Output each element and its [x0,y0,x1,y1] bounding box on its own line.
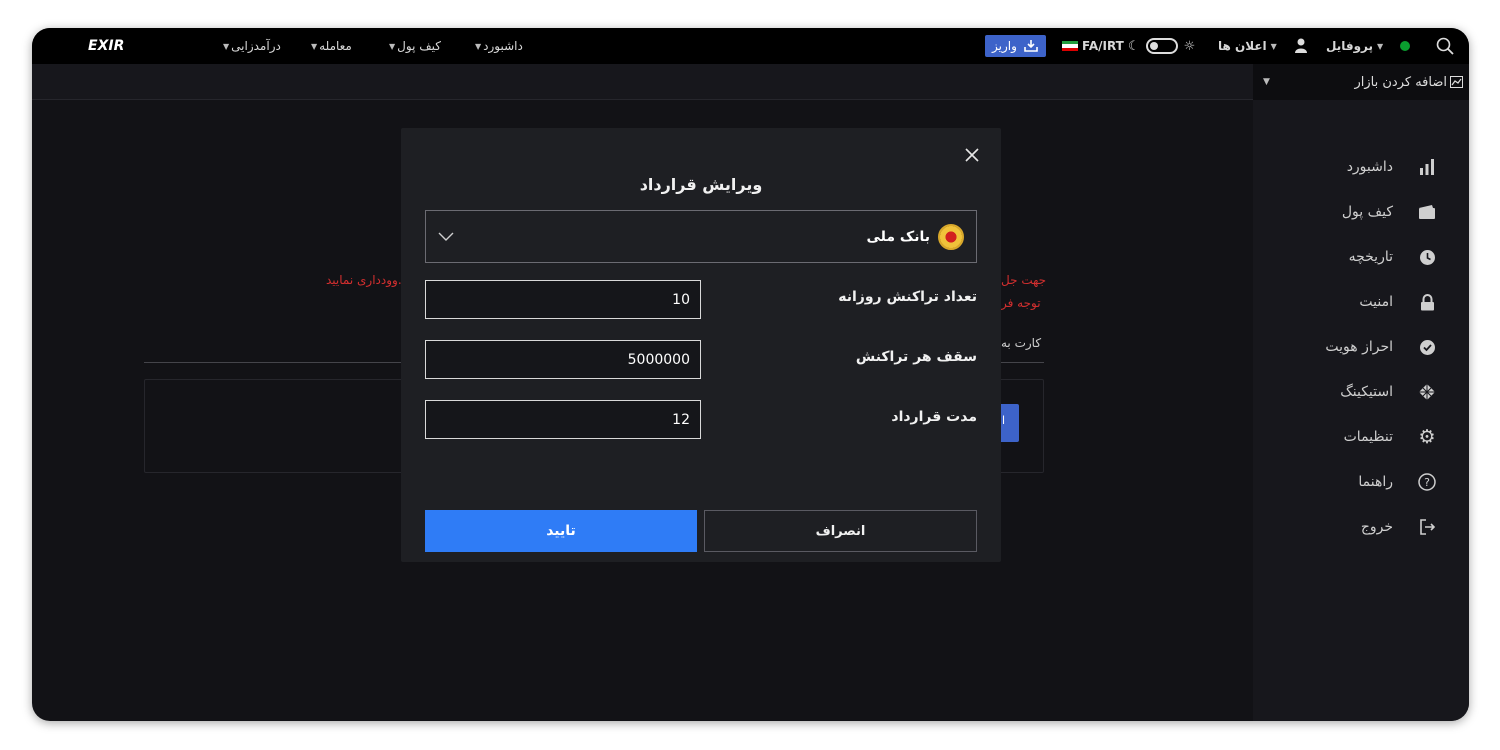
sidebar-item-label: تنظیمات [1343,429,1393,445]
download-icon [1024,40,1038,52]
person-icon [1295,38,1307,53]
sidebar-item-logout[interactable]: خروج [1253,513,1469,541]
bank-notice-line-2: توجه فر [1001,296,1041,310]
contract-duration-input[interactable]: 12 [425,400,701,439]
confirm-button[interactable]: تایید [425,510,697,552]
staking-icon [1417,382,1437,402]
transaction-limit-value: 5000000 [627,351,690,368]
daily-transactions-label: تعداد تراکنش روزانه [838,289,977,305]
help-icon: ? [1417,472,1437,492]
sidebar-item-security[interactable]: امنیت [1253,288,1469,316]
nav-wallet[interactable]: ▼ کیف پول [389,28,441,64]
search-icon [1436,37,1454,55]
announcements-label: اعلان ها [1218,39,1267,53]
chevron-down-icon: ▼ [1270,41,1277,51]
chevron-down-icon: ▼ [389,41,396,51]
cancel-label: انصراف [815,523,866,539]
sidebar-item-settings[interactable]: تنظیمات ⚙ [1253,423,1469,451]
sidebar-item-history[interactable]: تاریخچه [1253,243,1469,271]
svg-text:?: ? [1424,476,1430,489]
nav-wallet-label: کیف پول [397,39,441,53]
currency-switch[interactable]: FA/IRT [1058,28,1124,64]
chevron-down-icon [438,232,454,241]
transaction-limit-label: سقف هر تراکنش [855,349,977,365]
daily-transactions-input[interactable]: 10 [425,280,701,319]
nav-dashboard-label: داشبورد [483,39,523,53]
bank-select[interactable]: بانک ملی [425,210,977,263]
search-button[interactable] [1436,28,1454,64]
deposit-button[interactable]: واریز [985,35,1046,57]
sun-icon: ☼ [1183,38,1196,54]
sidebar-item-help[interactable]: راهنما ? [1253,468,1469,496]
announcements[interactable]: اعلان ها ▼ [1218,28,1279,64]
sidebar-item-label: راهنما [1358,474,1393,490]
cancel-button[interactable]: انصراف [704,510,977,552]
sidebar-item-dashboard[interactable]: داشبورد [1253,153,1469,181]
bank-name: بانک ملی [866,228,930,245]
sidebar-item-label: احراز هویت [1325,339,1393,355]
sidebar-item-staking[interactable]: استیکینگ [1253,378,1469,406]
sidebar-item-label: تاریخچه [1348,249,1393,265]
card-label-fragment: کارت به [1001,336,1042,350]
confirm-label: تایید [546,523,576,539]
chevron-down-icon: ▼ [223,41,230,51]
sidebar-item-label: داشبورد [1346,159,1393,175]
sidebar-item-label: امنیت [1359,294,1393,310]
bar-chart-icon [1417,157,1437,177]
market-tabs-bar [32,64,1253,100]
clock-icon [1417,247,1437,267]
bank-notice-fragment-left: وودداری نمایید. [326,273,402,287]
nav-trade-label: معامله [319,39,352,53]
edit-contract-modal: ویرایش قرارداد بانک ملی تعداد تراکنش روز… [401,128,1001,562]
profile-menu[interactable]: پروفایل ▼ [1326,28,1385,64]
chevron-down-icon: ▼ [475,41,482,51]
daily-transactions-value: 10 [672,291,690,308]
profile-label: پروفایل [1326,39,1374,53]
sidebar-item-label: استیکینگ [1340,384,1393,400]
market-chart-icon [1450,76,1463,88]
sidebar-item-kyc[interactable]: احراز هویت [1253,333,1469,361]
bank-notice-fragment-right: جهت جل [1001,273,1047,287]
close-icon [965,148,979,162]
status-dot [1400,41,1410,51]
caret-down-icon: ▼ [1263,77,1270,87]
bank-melli-logo-icon [938,223,964,250]
online-status [1400,28,1410,64]
nav-earn[interactable]: ▼ درآمدزایی [223,28,281,64]
moon-icon: ☾ [1128,38,1140,54]
theme-toggle-switch[interactable] [1145,38,1178,54]
deposit-label: واریز [992,39,1017,53]
iran-flag-icon [1062,41,1078,51]
gear-icon: ⚙ [1418,426,1436,448]
nav-dashboard[interactable]: ▼ داشبورد [475,28,523,64]
nav-trade[interactable]: ▼ معامله [311,28,352,64]
user-icon[interactable] [1294,28,1308,64]
app-window: EXIR ▼ درآمدزایی ▼ معامله ▼ کیف پول ▼ دا… [32,28,1469,721]
lock-icon [1417,292,1437,312]
logo[interactable]: EXIR [88,28,124,64]
chevron-down-icon: ▼ [1377,41,1384,51]
close-button[interactable] [963,146,981,164]
transaction-limit-input[interactable]: 5000000 [425,340,701,379]
top-bar: EXIR ▼ درآمدزایی ▼ معامله ▼ کیف پول ▼ دا… [32,28,1469,64]
sidebar-item-label: خروج [1360,519,1393,535]
nav-earn-label: درآمدزایی [231,39,281,53]
contract-duration-label: مدت قرارداد [891,409,977,425]
modal-title: ویرایش قرارداد [639,175,763,194]
theme-toggle[interactable]: ☾ ☼ [1128,28,1195,64]
logout-icon [1417,517,1437,537]
add-market-dropdown[interactable]: ▼ اضافه کردن بازار [1253,64,1469,100]
currency-label: FA/IRT [1082,39,1124,53]
background-action-label: ا [1002,414,1006,427]
contract-duration-value: 12 [672,411,690,428]
sidebar-item-label: کیف پول [1341,204,1393,220]
wallet-icon [1417,202,1437,222]
sidebar: ▼ اضافه کردن بازار داشبورد کیف پول تاریخ… [1253,64,1469,721]
add-market-label: اضافه کردن بازار [1354,74,1447,90]
sidebar-item-wallet[interactable]: کیف پول [1253,198,1469,226]
chevron-down-icon: ▼ [311,41,318,51]
verified-check-icon [1417,337,1437,357]
